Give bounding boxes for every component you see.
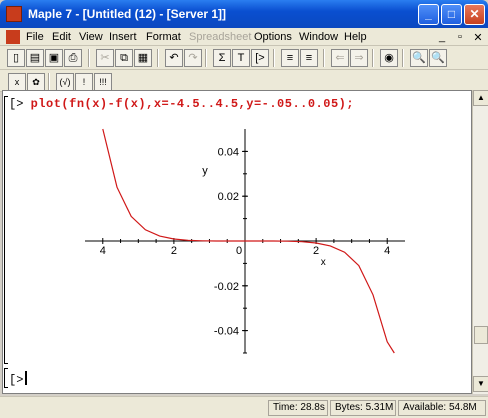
x-tick-label: 2: [171, 245, 177, 257]
minimize-button[interactable]: _: [418, 4, 439, 25]
new-document-icon[interactable]: ▯: [7, 49, 25, 67]
math-toolbar: x ✿ (√)!!!!: [0, 70, 488, 92]
window-title: Maple 7 - [Untitled (12) - [Server 1]]: [28, 7, 227, 21]
status-time: Time: 28.8s: [268, 400, 328, 416]
y-tick-label: 0.04: [218, 146, 239, 158]
menu-bar: File Edit View Insert Format Spreadsheet…: [0, 28, 488, 46]
toolbar-separator: [273, 49, 275, 67]
x-tick-label: 4: [384, 245, 390, 257]
stop-icon[interactable]: ◉: [380, 49, 398, 67]
math-mode-icon[interactable]: x: [8, 73, 26, 91]
close-button[interactable]: ✕: [464, 4, 485, 25]
toolbar-separator: [402, 49, 404, 67]
maple-app-icon[interactable]: [6, 6, 22, 22]
text-icon[interactable]: T: [232, 49, 250, 67]
maple-leaf-icon[interactable]: ✿: [27, 73, 45, 91]
menu-format[interactable]: Format: [146, 31, 181, 43]
input-line[interactable]: [> plot(fn(x)-f(x),x=-4.5..4.5,y=-.05..0…: [9, 97, 354, 111]
sigma-icon[interactable]: Σ: [213, 49, 231, 67]
text-cursor: [25, 371, 28, 385]
menu-view[interactable]: View: [79, 31, 103, 43]
zoom-out-icon[interactable]: 🔍: [429, 49, 447, 67]
copy-icon[interactable]: ⧉: [115, 49, 133, 67]
x-tick-label: 4: [100, 245, 106, 257]
plot-output[interactable]: 4 2 0 2 4 0.04 0.02 -0.02 -0.04 x y: [75, 121, 415, 361]
empty-prompt: [>: [9, 373, 24, 387]
menu-options[interactable]: Options: [254, 31, 292, 43]
menu-window[interactable]: Window: [299, 31, 338, 43]
open-folder-icon[interactable]: ▤: [26, 49, 44, 67]
outdent-icon[interactable]: ≡: [300, 49, 318, 67]
toolbar-separator: [88, 49, 90, 67]
back-icon[interactable]: ⇐: [331, 49, 349, 67]
y-axis-label: y: [202, 165, 208, 177]
y-tick-label: -0.02: [214, 281, 239, 293]
execute-all-icon[interactable]: !!!: [94, 73, 112, 91]
indent-icon[interactable]: ≡: [281, 49, 299, 67]
paste-icon[interactable]: ▦: [134, 49, 152, 67]
x-axis-label: x: [321, 257, 326, 268]
y-tick-label: -0.04: [214, 326, 239, 338]
execute-icon[interactable]: (√): [56, 73, 74, 91]
print-icon[interactable]: ⎙: [64, 49, 82, 67]
toolbar-separator: [372, 49, 374, 67]
menu-edit[interactable]: Edit: [52, 31, 71, 43]
worksheet[interactable]: [> plot(fn(x)-f(x),x=-4.5..4.5,y=-.05..0…: [2, 90, 472, 394]
menu-help[interactable]: Help: [344, 31, 367, 43]
document-icon[interactable]: [6, 30, 20, 44]
toolbar-separator: [157, 49, 159, 67]
plot-command[interactable]: plot(fn(x)-f(x),x=-4.5..4.5,y=-.05..0.05…: [31, 97, 354, 111]
maximize-button[interactable]: □: [441, 4, 462, 25]
execute-group-icon[interactable]: [>: [251, 49, 269, 67]
execution-group-bracket[interactable]: [4, 96, 8, 364]
exclamation-icon[interactable]: !: [75, 73, 93, 91]
x-tick-label: 0: [236, 245, 242, 257]
scroll-thumb[interactable]: [474, 326, 488, 344]
empty-group-bracket[interactable]: [4, 368, 8, 388]
input-prompt: [>: [9, 97, 24, 111]
mdi-close-button[interactable]: ✕: [472, 31, 484, 44]
mdi-restore-button[interactable]: ▫: [454, 31, 466, 43]
scroll-down-button[interactable]: ▼: [473, 376, 488, 392]
toolbar-separator: [323, 49, 325, 67]
vertical-scrollbar[interactable]: ▲ ▼: [472, 90, 488, 394]
x-tick-label: 2: [313, 245, 319, 257]
menu-insert[interactable]: Insert: [109, 31, 137, 43]
y-tick-label: 0.02: [218, 191, 239, 203]
title-bar: Maple 7 - [Untitled (12) - [Server 1]] _…: [0, 0, 488, 28]
empty-input-line[interactable]: [>: [9, 371, 28, 387]
redo-icon[interactable]: ↷: [184, 49, 202, 67]
mdi-minimize-button[interactable]: _: [436, 31, 448, 43]
menu-file[interactable]: File: [26, 31, 44, 43]
cut-icon[interactable]: ✂: [96, 49, 114, 67]
main-toolbar: ▯ ▤ ▣ ⎙ ✂ ⧉ ▦ ↶ ↷ Σ T [> ≡ ≡ ⇐ ⇒ ◉ 🔍 🔍: [0, 46, 488, 70]
zoom-in-icon[interactable]: 🔍: [410, 49, 428, 67]
scroll-up-button[interactable]: ▲: [473, 90, 488, 106]
toolbar-separator: [205, 49, 207, 67]
status-available: Available: 54.8M: [398, 400, 486, 416]
status-bytes: Bytes: 5.31M: [330, 400, 396, 416]
save-icon[interactable]: ▣: [45, 49, 63, 67]
menu-spreadsheet[interactable]: Spreadsheet: [189, 31, 251, 43]
undo-icon[interactable]: ↶: [165, 49, 183, 67]
forward-icon[interactable]: ⇒: [350, 49, 368, 67]
toolbar-separator: [48, 73, 50, 91]
status-bar: Time: 28.8s Bytes: 5.31M Available: 54.8…: [0, 396, 488, 418]
